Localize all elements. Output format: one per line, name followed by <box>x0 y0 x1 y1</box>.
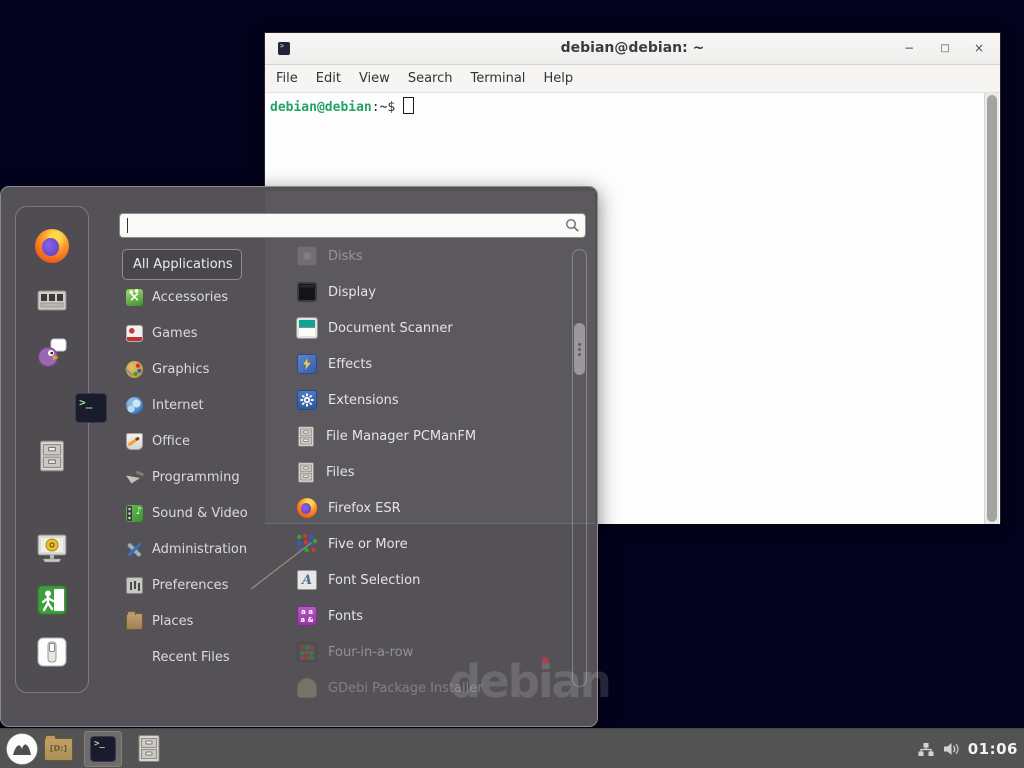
document-scanner-icon <box>297 318 317 338</box>
category-office[interactable]: Office <box>122 423 268 459</box>
programming-icon <box>126 469 143 486</box>
app-five-or-more[interactable]: Five or More <box>265 526 571 562</box>
fonts-icon <box>297 606 317 626</box>
menubar-item-terminal[interactable]: Terminal <box>461 65 534 92</box>
app-font-selection[interactable]: AFont Selection <box>265 562 571 598</box>
category-label: All Applications <box>133 257 233 272</box>
disks-icon <box>297 246 317 266</box>
favorites-panel <box>15 206 89 693</box>
graphics-icon <box>126 361 143 378</box>
app-files[interactable]: Files <box>265 454 571 490</box>
category-places[interactable]: Places <box>122 603 268 639</box>
shut-down-icon[interactable] <box>37 637 67 667</box>
log-out-icon[interactable] <box>36 584 68 616</box>
app-document-scanner[interactable]: Document Scanner <box>265 310 571 346</box>
taskbar-terminal-button[interactable] <box>84 731 122 767</box>
app-firefox-esr[interactable]: Firefox ESR <box>265 490 571 526</box>
prompt-user-host: debian@debian <box>270 100 372 115</box>
sound-video-icon <box>126 505 143 522</box>
search-input[interactable] <box>119 213 586 238</box>
app-extensions[interactable]: Extensions <box>265 382 571 418</box>
search-caret <box>127 218 128 233</box>
menubar-item-help[interactable]: Help <box>534 65 582 92</box>
accessories-icon <box>126 289 143 306</box>
terminal-scrollbar-thumb[interactable] <box>987 95 997 522</box>
app-effects[interactable]: Effects <box>265 346 571 382</box>
menubar-item-edit[interactable]: Edit <box>307 65 350 92</box>
category-preferences[interactable]: Preferences <box>122 567 268 603</box>
menubar-item-search[interactable]: Search <box>399 65 462 92</box>
preferences-icon <box>126 577 143 594</box>
file-cabinet-icon[interactable] <box>137 734 161 763</box>
taskbar: 01:06 <box>0 728 1024 768</box>
favorite-file-cabinet-icon[interactable] <box>38 440 66 472</box>
search-icon <box>565 218 580 233</box>
app-disks[interactable]: Disks <box>265 239 571 274</box>
shell-prompt: debian@debian:~$ <box>265 93 1000 115</box>
font-selection-icon: A <box>297 570 317 590</box>
internet-icon <box>126 397 143 414</box>
category-accessories[interactable]: Accessories <box>122 279 268 315</box>
application-list: Disks Display Document Scanner Effects E… <box>265 239 571 703</box>
menubar-item-file[interactable]: File <box>267 65 307 92</box>
apps-scrollbar-track[interactable] <box>572 249 587 687</box>
desktop: debian@debian: ~ − □ × File Edit View Se… <box>0 0 1024 768</box>
volume-icon[interactable] <box>942 741 961 757</box>
five-or-more-icon <box>297 534 317 554</box>
apps-scrollbar-thumb[interactable] <box>574 323 585 375</box>
file-cabinet-icon <box>297 462 315 483</box>
category-programming[interactable]: Programming <box>122 459 268 495</box>
network-icon[interactable] <box>917 742 935 757</box>
menubar-item-view[interactable]: View <box>350 65 399 92</box>
terminal-icon <box>90 736 116 762</box>
terminal-cursor <box>403 97 414 114</box>
category-sound-video[interactable]: Sound & Video <box>122 495 268 531</box>
menu-button-icon[interactable] <box>5 732 39 766</box>
category-all-applications[interactable]: All Applications <box>122 249 242 280</box>
effects-icon <box>297 354 317 374</box>
administration-icon <box>126 541 143 558</box>
app-four-in-a-row[interactable]: Four-in-a-row <box>265 634 571 670</box>
category-games[interactable]: Games <box>122 315 268 351</box>
favorite-firefox-icon[interactable] <box>35 229 69 263</box>
close-button[interactable]: × <box>970 40 988 58</box>
category-recent-files[interactable]: Recent Files <box>122 639 268 675</box>
four-in-a-row-icon <box>297 642 317 662</box>
app-gdebi-package-installer[interactable]: GDebi Package Installer <box>265 670 571 703</box>
category-list: Accessories Games Graphics Internet Offi… <box>122 279 268 675</box>
places-icon <box>126 613 143 630</box>
lock-screen-icon[interactable] <box>35 531 69 565</box>
terminal-titlebar[interactable]: debian@debian: ~ − □ × <box>265 33 1000 65</box>
category-internet[interactable]: Internet <box>122 387 268 423</box>
terminal-menubar: File Edit View Search Terminal Help <box>265 65 1000 93</box>
category-administration[interactable]: Administration <box>122 531 268 567</box>
favorite-software-packages-icon[interactable] <box>35 284 69 314</box>
games-icon <box>126 325 143 342</box>
minimize-button[interactable]: − <box>900 40 918 58</box>
file-manager-folder-icon[interactable] <box>44 738 73 761</box>
system-tray: 01:06 <box>917 729 1018 768</box>
window-title: debian@debian: ~ <box>265 40 1000 56</box>
extensions-icon <box>297 390 317 410</box>
terminal-scrollbar[interactable] <box>984 93 999 524</box>
category-graphics[interactable]: Graphics <box>122 351 268 387</box>
gdebi-icon <box>297 678 317 698</box>
office-icon <box>126 433 143 450</box>
app-display[interactable]: Display <box>265 274 571 310</box>
firefox-icon <box>297 498 317 518</box>
app-file-manager-pcmanfm[interactable]: File Manager PCManFM <box>265 418 571 454</box>
application-list-viewport: Disks Display Document Scanner Effects E… <box>265 239 571 703</box>
app-fonts[interactable]: Fonts <box>265 598 571 634</box>
favorite-terminal-icon[interactable] <box>75 393 107 423</box>
maximize-button[interactable]: □ <box>936 40 954 58</box>
file-cabinet-icon <box>297 426 315 447</box>
display-icon <box>297 282 317 302</box>
application-menu: debian <box>0 186 598 727</box>
clock[interactable]: 01:06 <box>968 740 1018 758</box>
favorite-pidgin-icon[interactable] <box>35 336 69 370</box>
